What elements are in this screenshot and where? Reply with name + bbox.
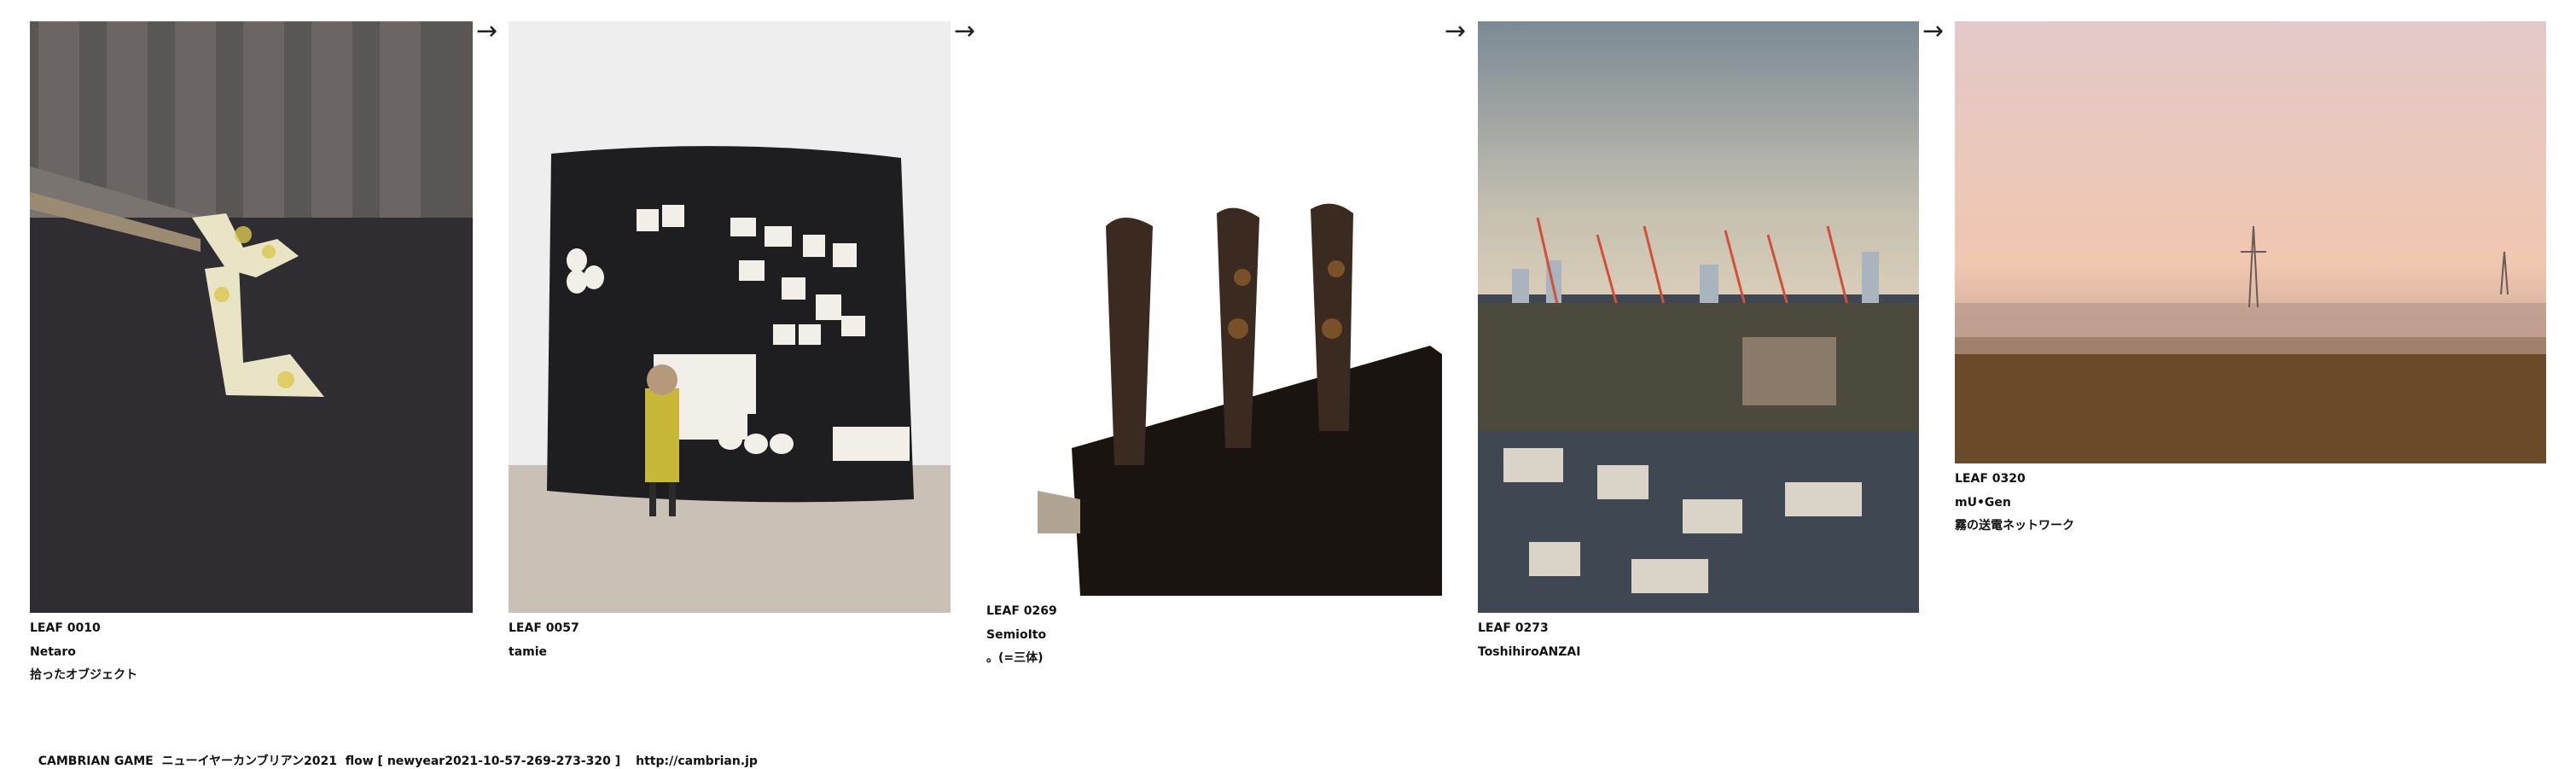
leaf-0269-author: SemioIto [986, 628, 1047, 642]
leaf-0057-id: LEAF 0057 [509, 621, 579, 635]
flow-arrow-3: → [1445, 16, 1467, 46]
leaf-0320-photo[interactable] [1955, 21, 2546, 463]
leaf-0320-author: mU•Gen [1955, 496, 2011, 510]
leaf-0320-id: LEAF 0320 [1955, 472, 2026, 486]
leaf-0057-author: tamie [509, 645, 548, 659]
leaf-0010-id: LEAF 0010 [30, 621, 101, 635]
flow-arrow-1: → [476, 16, 498, 46]
leaf-0273-photo[interactable] [1478, 21, 1919, 613]
leaf-0273-author: ToshihiroANZAI [1478, 645, 1581, 659]
footer-text: CAMBRIAN GAME ニューイヤーカンブリアン2021 flow [ ne… [38, 754, 621, 768]
footer-link[interactable]: http://cambrian.jp [636, 754, 758, 768]
leaf-0010-photo[interactable] [30, 21, 473, 613]
leaf-0269-photo[interactable] [986, 21, 1442, 596]
leaf-0269-id: LEAF 0269 [986, 604, 1057, 618]
footer: CAMBRIAN GAME ニューイヤーカンブリアン2021 flow [ ne… [30, 738, 758, 769]
leaf-0010-title: 拾ったオブジェクト [30, 668, 137, 682]
leaf-0320-title: 霧の送電ネットワーク [1955, 519, 2074, 533]
leaf-0269-title: 。(=三体) [986, 651, 1044, 665]
leaf-0057-photo[interactable] [509, 21, 951, 613]
flow-arrow-4: → [1922, 16, 1945, 46]
leaf-0273-id: LEAF 0273 [1478, 621, 1549, 635]
flow-arrow-2: → [954, 16, 976, 46]
leaf-0010-author: Netaro [30, 645, 76, 659]
